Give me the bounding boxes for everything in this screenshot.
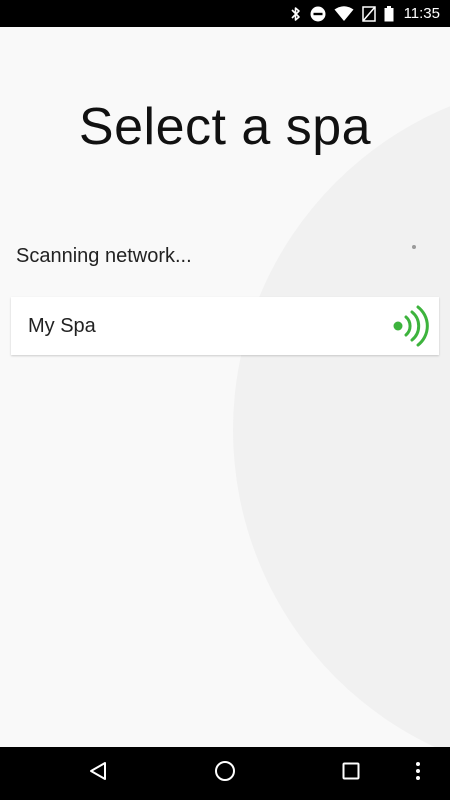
spa-name: My Spa [28, 314, 96, 337]
navigation-bar [0, 747, 450, 800]
scanning-row: Scanning network... [16, 245, 436, 273]
home-button[interactable] [195, 747, 255, 800]
app-content: Select a spa Scanning network... My Spa [0, 27, 450, 747]
back-button[interactable] [68, 747, 128, 800]
do-not-disturb-icon [310, 6, 326, 22]
battery-icon [384, 5, 394, 22]
page-title: Select a spa [78, 98, 372, 156]
wifi-signal-icon [391, 304, 431, 348]
spa-list-item[interactable]: My Spa [11, 297, 439, 355]
status-time: 11:35 [403, 5, 440, 22]
wifi-icon [334, 5, 354, 22]
recents-icon [342, 762, 360, 785]
loading-spinner [412, 245, 416, 249]
more-icon [415, 761, 421, 786]
no-sim-icon [361, 5, 376, 22]
background-circle [233, 80, 450, 747]
status-bar: 11:35 [0, 0, 450, 27]
more-button[interactable] [398, 747, 438, 800]
scanning-status: Scanning network... [16, 245, 192, 267]
back-icon [88, 761, 108, 786]
screen: 11:35 Select a spa Scanning network... M… [0, 0, 450, 800]
recents-button[interactable] [321, 747, 381, 800]
home-icon [214, 760, 236, 787]
bluetooth-icon [290, 6, 302, 22]
